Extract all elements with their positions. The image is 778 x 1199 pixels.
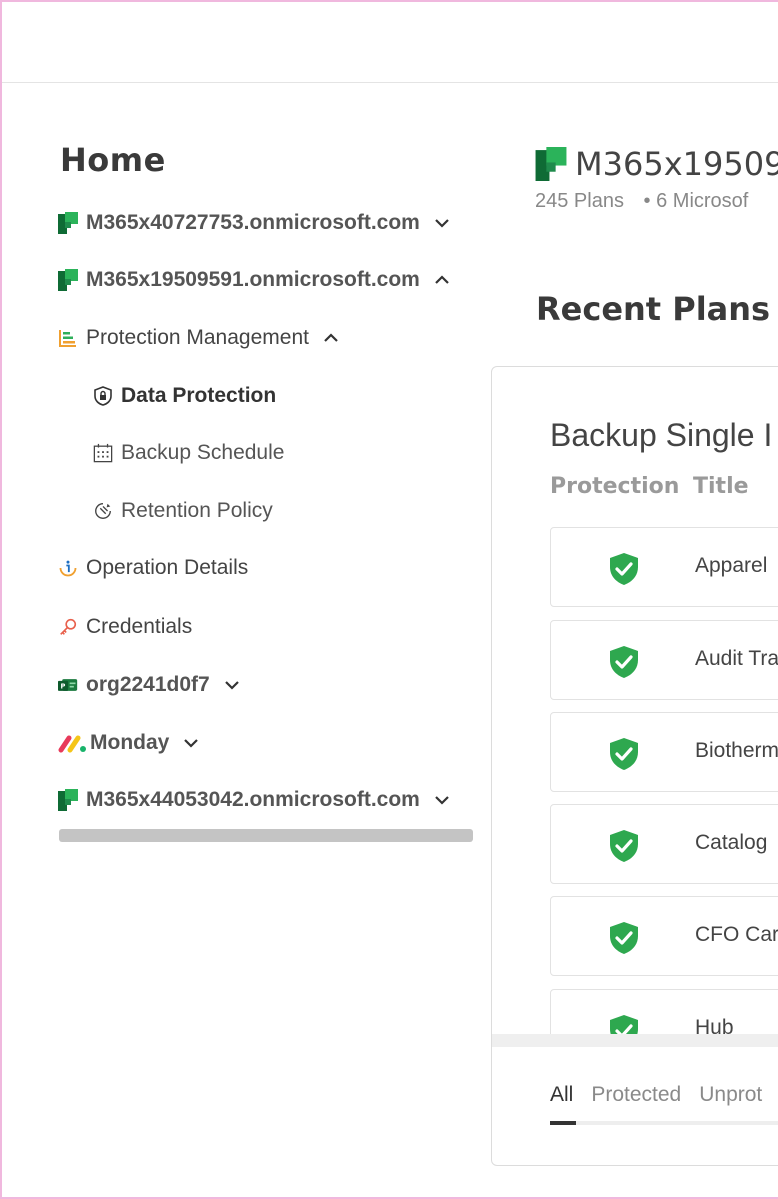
sidebar-item-label: Data Protection xyxy=(121,384,277,407)
sidebar-item-org[interactable]: P org2241d0f7 xyxy=(58,670,240,700)
shield-check-icon xyxy=(608,1014,640,1035)
sidebar-item-label: M365x40727753.onmicrosoft.com xyxy=(86,211,420,234)
plan-title: Hub xyxy=(695,1016,734,1035)
filter-tabs: All Protected Unprot xyxy=(550,1083,762,1107)
microsoft-planner-icon xyxy=(58,212,78,234)
home-title[interactable]: Home xyxy=(60,141,166,179)
sidebar-item-label: Operation Details xyxy=(86,556,249,579)
sidebar-item-backup-schedule[interactable]: Backup Schedule xyxy=(93,438,284,468)
tab-protected[interactable]: Protected xyxy=(591,1083,681,1107)
table-row[interactable]: Biotherm xyxy=(550,712,778,792)
sidebar-item-label: Retention Policy xyxy=(121,499,273,522)
column-header-title[interactable]: Title xyxy=(693,474,749,499)
sidebar-item-label: M365x19509591.onmicrosoft.com xyxy=(86,268,420,291)
column-header-protection[interactable]: Protection xyxy=(550,474,679,499)
chevron-down-icon[interactable] xyxy=(224,677,240,693)
plans-count: 245 Plans xyxy=(535,190,624,212)
tab-all[interactable]: All xyxy=(550,1083,573,1107)
plan-title: CFO Car xyxy=(695,923,778,946)
info-icon xyxy=(58,558,78,578)
sidebar-item-data-protection[interactable]: Data Protection xyxy=(93,381,276,411)
tab-unprotected[interactable]: Unprot xyxy=(699,1083,762,1107)
sidebar-item-label: Backup Schedule xyxy=(121,441,285,464)
table-row[interactable]: Audit Tra xyxy=(550,620,778,700)
table-row[interactable]: CFO Car xyxy=(550,896,778,976)
sidebar-item-retention-policy[interactable]: Retention Policy xyxy=(93,496,273,526)
table-row[interactable]: Hub xyxy=(550,989,778,1035)
shield-check-icon xyxy=(608,921,640,955)
svg-text:P: P xyxy=(61,682,66,690)
tenant-name: M365x19509 xyxy=(575,145,778,183)
sidebar-item-label: Monday xyxy=(90,731,170,754)
plans-card: Backup Single I Protection Title Apparel… xyxy=(491,366,778,1166)
shield-check-icon xyxy=(608,645,640,679)
plan-title: Catalog xyxy=(695,831,768,854)
summary-separator: • xyxy=(643,190,651,212)
sidebar-item-label: Credentials xyxy=(86,615,193,638)
project-icon: P xyxy=(58,675,78,695)
plans-list: Apparel Audit Tra Biotherm Catalog CFO C… xyxy=(550,527,778,1035)
monday-logo xyxy=(58,733,88,753)
tenant-header: M365x19509 xyxy=(535,145,778,183)
chevron-up-icon[interactable] xyxy=(434,272,450,288)
shield-check-icon xyxy=(608,737,640,771)
retention-icon xyxy=(93,501,113,521)
sidebar-item-tenant-2[interactable]: M365x19509591.onmicrosoft.com xyxy=(58,265,450,295)
active-tab-indicator xyxy=(550,1121,576,1125)
sidebar-item-label: M365x44053042.onmicrosoft.com xyxy=(86,788,420,811)
table-row[interactable]: Catalog xyxy=(550,804,778,884)
chevron-down-icon[interactable] xyxy=(183,735,199,751)
key-icon xyxy=(58,617,78,637)
microsoft-planner-icon xyxy=(535,147,567,181)
plan-title: Audit Tra xyxy=(695,647,778,670)
sidebar-item-operation-details[interactable]: Operation Details xyxy=(58,553,248,583)
tenant-summary: 245 Plans • 6 Microsof xyxy=(535,190,748,213)
shield-check-icon xyxy=(608,552,640,586)
sidebar-item-monday[interactable]: Monday xyxy=(58,728,199,758)
sidebar-item-label: org2241d0f7 xyxy=(86,673,210,696)
sidebar-scrollbar[interactable] xyxy=(59,829,473,842)
sidebar-item-protection-management[interactable]: Protection Management xyxy=(58,323,339,353)
card-title: Backup Single I xyxy=(550,417,773,453)
top-bar xyxy=(2,2,778,83)
microsoft-planner-icon xyxy=(58,789,78,811)
chevron-up-icon[interactable] xyxy=(323,330,339,346)
recent-plans-title: Recent Plans xyxy=(536,290,771,328)
calendar-icon xyxy=(93,443,113,463)
sidebar-item-tenant-1[interactable]: M365x40727753.onmicrosoft.com xyxy=(58,208,450,238)
sidebar-item-credentials[interactable]: Credentials xyxy=(58,612,192,642)
card-horizontal-scrollbar[interactable] xyxy=(492,1034,778,1047)
shield-check-icon xyxy=(608,829,640,863)
tenant-extra: 6 Microsof xyxy=(656,190,749,212)
sidebar-item-tenant-3[interactable]: M365x44053042.onmicrosoft.com xyxy=(58,785,450,815)
bar-chart-icon xyxy=(58,328,78,348)
plan-title: Apparel xyxy=(695,554,768,577)
microsoft-planner-icon xyxy=(58,269,78,291)
tab-track xyxy=(550,1121,778,1125)
plan-title: Biotherm xyxy=(695,739,778,762)
sidebar-item-label: Protection Management xyxy=(86,326,309,349)
chevron-down-icon[interactable] xyxy=(434,792,450,808)
table-row[interactable]: Apparel xyxy=(550,527,778,607)
chevron-down-icon[interactable] xyxy=(434,215,450,231)
shield-lock-icon xyxy=(93,386,113,406)
